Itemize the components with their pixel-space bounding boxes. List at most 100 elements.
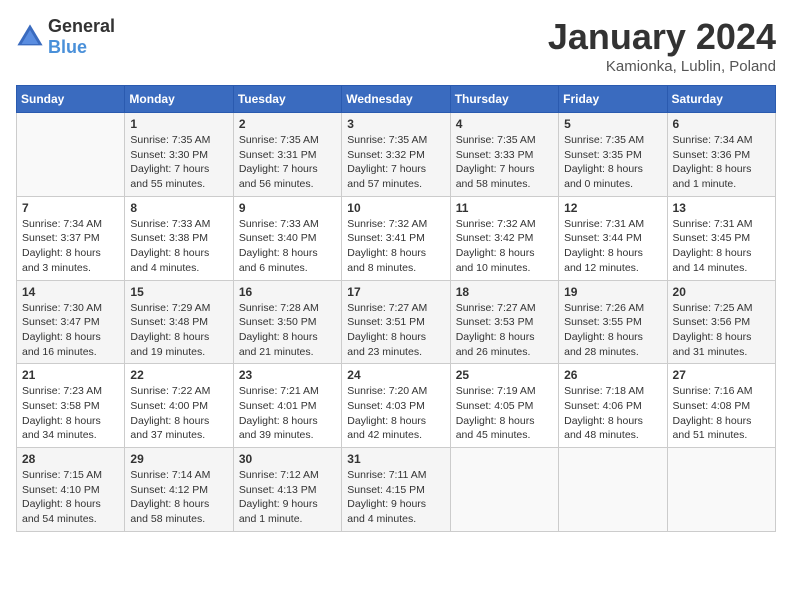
day-number: 5 (564, 117, 661, 131)
day-number: 10 (347, 201, 444, 215)
cell-content: Sunrise: 7:35 AM Sunset: 3:35 PM Dayligh… (564, 133, 661, 192)
cell-content: Sunrise: 7:19 AM Sunset: 4:05 PM Dayligh… (456, 384, 553, 443)
page-header: General Blue January 2024 Kamionka, Lubl… (16, 16, 776, 75)
calendar-cell: 7 Sunrise: 7:34 AM Sunset: 3:37 PM Daylig… (17, 196, 125, 280)
calendar-cell (667, 448, 775, 532)
calendar-cell: 26 Sunrise: 7:18 AM Sunset: 4:06 PM Dayli… (559, 364, 667, 448)
cell-content: Sunrise: 7:15 AM Sunset: 4:10 PM Dayligh… (22, 468, 119, 527)
calendar-cell: 4 Sunrise: 7:35 AM Sunset: 3:33 PM Daylig… (450, 113, 558, 197)
calendar-cell: 27 Sunrise: 7:16 AM Sunset: 4:08 PM Dayli… (667, 364, 775, 448)
calendar-cell: 19 Sunrise: 7:26 AM Sunset: 3:55 PM Dayli… (559, 280, 667, 364)
calendar-cell: 6Sunrise: 7:34 AM Sunset: 3:36 PM Daylig… (667, 113, 775, 197)
calendar-cell (559, 448, 667, 532)
calendar-cell: 29 Sunrise: 7:14 AM Sunset: 4:12 PM Dayli… (125, 448, 233, 532)
location-title: Kamionka, Lublin, Poland (548, 58, 776, 75)
cell-content: Sunrise: 7:14 AM Sunset: 4:12 PM Dayligh… (130, 468, 227, 527)
calendar-cell: 20 Sunrise: 7:25 AM Sunset: 3:56 PM Dayli… (667, 280, 775, 364)
cell-content: Sunrise: 7:22 AM Sunset: 4:00 PM Dayligh… (130, 384, 227, 443)
day-number: 28 (22, 452, 119, 466)
day-number: 26 (564, 368, 661, 382)
day-number: 31 (347, 452, 444, 466)
day-number: 17 (347, 285, 444, 299)
day-number: 21 (22, 368, 119, 382)
day-number: 22 (130, 368, 227, 382)
day-number: 3 (347, 117, 444, 131)
day-number: 20 (673, 285, 770, 299)
cell-content: Sunrise: 7:18 AM Sunset: 4:06 PM Dayligh… (564, 384, 661, 443)
day-number: 29 (130, 452, 227, 466)
day-number: 24 (347, 368, 444, 382)
day-number: 4 (456, 117, 553, 131)
calendar-cell: 22 Sunrise: 7:22 AM Sunset: 4:00 PM Dayli… (125, 364, 233, 448)
day-number: 11 (456, 201, 553, 215)
cell-content: Sunrise: 7:35 AM Sunset: 3:33 PM Dayligh… (456, 133, 553, 192)
calendar-body: 1Sunrise: 7:35 AM Sunset: 3:30 PM Daylig… (17, 113, 776, 532)
logo-text-general: General (48, 16, 115, 36)
cell-content: Sunrise: 7:11 AM Sunset: 4:15 PM Dayligh… (347, 468, 444, 527)
calendar-cell: 30 Sunrise: 7:12 AM Sunset: 4:13 PM Dayli… (233, 448, 341, 532)
calendar-week-row: 14Sunrise: 7:30 AM Sunset: 3:47 PM Dayli… (17, 280, 776, 364)
column-header-tuesday: Tuesday (233, 86, 341, 113)
calendar-table: SundayMondayTuesdayWednesdayThursdayFrid… (16, 85, 776, 532)
calendar-cell: 9 Sunrise: 7:33 AM Sunset: 3:40 PM Daylig… (233, 196, 341, 280)
column-header-friday: Friday (559, 86, 667, 113)
calendar-cell: 16Sunrise: 7:28 AM Sunset: 3:50 PM Dayli… (233, 280, 341, 364)
cell-content: Sunrise: 7:35 AM Sunset: 3:31 PM Dayligh… (239, 133, 336, 192)
day-number: 30 (239, 452, 336, 466)
cell-content: Sunrise: 7:32 AM Sunset: 3:41 PM Dayligh… (347, 217, 444, 276)
calendar-week-row: 7 Sunrise: 7:34 AM Sunset: 3:37 PM Daylig… (17, 196, 776, 280)
calendar-cell: 12 Sunrise: 7:31 AM Sunset: 3:44 PM Dayli… (559, 196, 667, 280)
day-number: 13 (673, 201, 770, 215)
cell-content: Sunrise: 7:31 AM Sunset: 3:45 PM Dayligh… (673, 217, 770, 276)
calendar-cell: 10 Sunrise: 7:32 AM Sunset: 3:41 PM Dayli… (342, 196, 450, 280)
calendar-cell: 23 Sunrise: 7:21 AM Sunset: 4:01 PM Dayli… (233, 364, 341, 448)
calendar-cell: 2Sunrise: 7:35 AM Sunset: 3:31 PM Daylig… (233, 113, 341, 197)
calendar-cell (450, 448, 558, 532)
column-header-monday: Monday (125, 86, 233, 113)
calendar-cell: 21 Sunrise: 7:23 AM Sunset: 3:58 PM Dayli… (17, 364, 125, 448)
cell-content: Sunrise: 7:27 AM Sunset: 3:51 PM Dayligh… (347, 301, 444, 360)
calendar-cell (17, 113, 125, 197)
cell-content: Sunrise: 7:20 AM Sunset: 4:03 PM Dayligh… (347, 384, 444, 443)
calendar-cell: 31 Sunrise: 7:11 AM Sunset: 4:15 PM Dayli… (342, 448, 450, 532)
cell-content: Sunrise: 7:31 AM Sunset: 3:44 PM Dayligh… (564, 217, 661, 276)
cell-content: Sunrise: 7:16 AM Sunset: 4:08 PM Dayligh… (673, 384, 770, 443)
calendar-cell: 25 Sunrise: 7:19 AM Sunset: 4:05 PM Dayli… (450, 364, 558, 448)
calendar-header-row: SundayMondayTuesdayWednesdayThursdayFrid… (17, 86, 776, 113)
cell-content: Sunrise: 7:25 AM Sunset: 3:56 PM Dayligh… (673, 301, 770, 360)
calendar-cell: 17 Sunrise: 7:27 AM Sunset: 3:51 PM Dayli… (342, 280, 450, 364)
day-number: 12 (564, 201, 661, 215)
cell-content: Sunrise: 7:21 AM Sunset: 4:01 PM Dayligh… (239, 384, 336, 443)
column-header-saturday: Saturday (667, 86, 775, 113)
day-number: 7 (22, 201, 119, 215)
cell-content: Sunrise: 7:29 AM Sunset: 3:48 PM Dayligh… (130, 301, 227, 360)
cell-content: Sunrise: 7:12 AM Sunset: 4:13 PM Dayligh… (239, 468, 336, 527)
cell-content: Sunrise: 7:33 AM Sunset: 3:38 PM Dayligh… (130, 217, 227, 276)
day-number: 9 (239, 201, 336, 215)
calendar-cell: 11Sunrise: 7:32 AM Sunset: 3:42 PM Dayli… (450, 196, 558, 280)
cell-content: Sunrise: 7:26 AM Sunset: 3:55 PM Dayligh… (564, 301, 661, 360)
calendar-cell: 28 Sunrise: 7:15 AM Sunset: 4:10 PM Dayli… (17, 448, 125, 532)
day-number: 23 (239, 368, 336, 382)
calendar-week-row: 28 Sunrise: 7:15 AM Sunset: 4:10 PM Dayli… (17, 448, 776, 532)
logo: General Blue (16, 16, 115, 58)
day-number: 27 (673, 368, 770, 382)
title-area: January 2024 Kamionka, Lublin, Poland (548, 16, 776, 75)
day-number: 19 (564, 285, 661, 299)
day-number: 16 (239, 285, 336, 299)
cell-content: Sunrise: 7:34 AM Sunset: 3:37 PM Dayligh… (22, 217, 119, 276)
calendar-cell: 3Sunrise: 7:35 AM Sunset: 3:32 PM Daylig… (342, 113, 450, 197)
column-header-wednesday: Wednesday (342, 86, 450, 113)
cell-content: Sunrise: 7:33 AM Sunset: 3:40 PM Dayligh… (239, 217, 336, 276)
day-number: 25 (456, 368, 553, 382)
calendar-cell: 8 Sunrise: 7:33 AM Sunset: 3:38 PM Daylig… (125, 196, 233, 280)
day-number: 18 (456, 285, 553, 299)
cell-content: Sunrise: 7:30 AM Sunset: 3:47 PM Dayligh… (22, 301, 119, 360)
cell-content: Sunrise: 7:35 AM Sunset: 3:30 PM Dayligh… (130, 133, 227, 192)
column-header-thursday: Thursday (450, 86, 558, 113)
day-number: 8 (130, 201, 227, 215)
logo-icon (16, 23, 44, 51)
calendar-week-row: 1Sunrise: 7:35 AM Sunset: 3:30 PM Daylig… (17, 113, 776, 197)
calendar-cell: 18Sunrise: 7:27 AM Sunset: 3:53 PM Dayli… (450, 280, 558, 364)
cell-content: Sunrise: 7:23 AM Sunset: 3:58 PM Dayligh… (22, 384, 119, 443)
